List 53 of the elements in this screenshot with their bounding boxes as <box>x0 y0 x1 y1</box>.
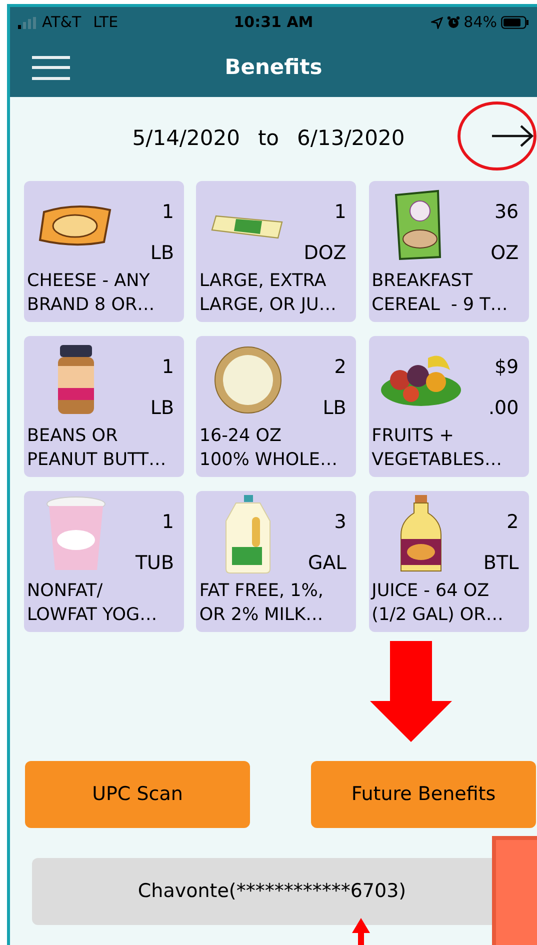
carrier-name: AT&T <box>42 12 82 34</box>
unit-label: .00 <box>488 396 519 420</box>
date-separator: to <box>258 125 280 152</box>
location-icon <box>430 16 443 28</box>
benefit-description: FAT FREE, 1%, OR 2% MILK… <box>198 580 324 627</box>
unit-label: LB <box>150 240 174 266</box>
network-type: LTE <box>93 12 118 34</box>
quantity-value: 2 <box>506 510 519 535</box>
battery-percent: 84% <box>464 12 497 34</box>
unit-label: LB <box>322 396 346 420</box>
tortilla-package-drawing <box>213 345 284 415</box>
benefit-description: 16-24 OZ 100% WHOLE… <box>198 425 338 472</box>
benefit-card[interactable]: 1 TUB NONFAT/ LOWFAT YOG… <box>24 491 184 632</box>
benefit-card[interactable]: 36 OZ BREAKFAST CEREAL - 9 T… <box>368 181 529 322</box>
start-date: 5/14/2020 <box>132 125 240 152</box>
signal-icon <box>18 16 36 28</box>
quantity-value: 1 <box>334 200 346 225</box>
jar-drawing <box>55 344 97 416</box>
benefit-card[interactable]: $9 .00 FRUITS + VEGETABLES… <box>368 336 529 477</box>
unit-label: TUB <box>135 550 174 576</box>
quantity-value: 36 <box>494 200 519 225</box>
benefit-card[interactable]: 3 GAL FAT FREE, 1%, OR 2% MILK… <box>196 491 356 632</box>
benefit-card[interactable]: 2 LB 16-24 OZ 100% WHOLE… <box>196 336 356 477</box>
future-benefits-button[interactable]: Future Benefits <box>311 761 536 828</box>
benefit-description: NONFAT/ LOWFAT YOG… <box>26 580 158 627</box>
benefit-card[interactable]: 2 BTL JUICE - 64 OZ (1/2 GAL) OR… <box>368 491 529 632</box>
unit-label: DOZ <box>304 240 346 266</box>
benefit-card[interactable]: 1 LB CHEESE - ANY BRAND 8 OR… <box>24 181 184 322</box>
benefit-description: FRUITS + VEGETABLES… <box>370 425 504 472</box>
arrow-annotation <box>352 918 370 945</box>
benefit-description: CHEESE - ANY BRAND 8 OR… <box>26 270 156 317</box>
unit-label: GAL <box>308 550 346 576</box>
benefit-description: BEANS OR PEANUT BUTT… <box>26 425 168 472</box>
quantity-value: $9 <box>494 355 519 380</box>
quantity-value: 2 <box>334 355 346 380</box>
page-title: Benefits <box>224 54 322 79</box>
quantity-value: 1 <box>162 355 174 380</box>
quantity-value: 3 <box>334 510 346 535</box>
end-date: 6/13/2020 <box>297 125 405 152</box>
benefit-description: BREAKFAST CEREAL - 9 T… <box>370 270 509 317</box>
quantity-value: 1 <box>162 200 174 225</box>
unit-label: LB <box>150 396 174 420</box>
unit-label: BTL <box>483 550 519 576</box>
benefit-card[interactable]: 1 DOZ LARGE, EXTRA LARGE, OR JU… <box>196 181 356 322</box>
status-time: 10:31 AM <box>234 13 314 32</box>
upc-scan-button[interactable]: UPC Scan <box>25 761 250 828</box>
battery-icon <box>501 16 529 29</box>
benefit-description: JUICE - 64 OZ (1/2 GAL) OR… <box>370 580 504 627</box>
quantity-value: 1 <box>162 510 174 535</box>
unit-label: OZ <box>490 240 519 266</box>
benefit-card[interactable]: 1 LB BEANS OR PEANUT BUTT… <box>24 336 184 477</box>
benefit-description: LARGE, EXTRA LARGE, OR JU… <box>198 270 338 317</box>
alarm-icon <box>446 16 460 29</box>
